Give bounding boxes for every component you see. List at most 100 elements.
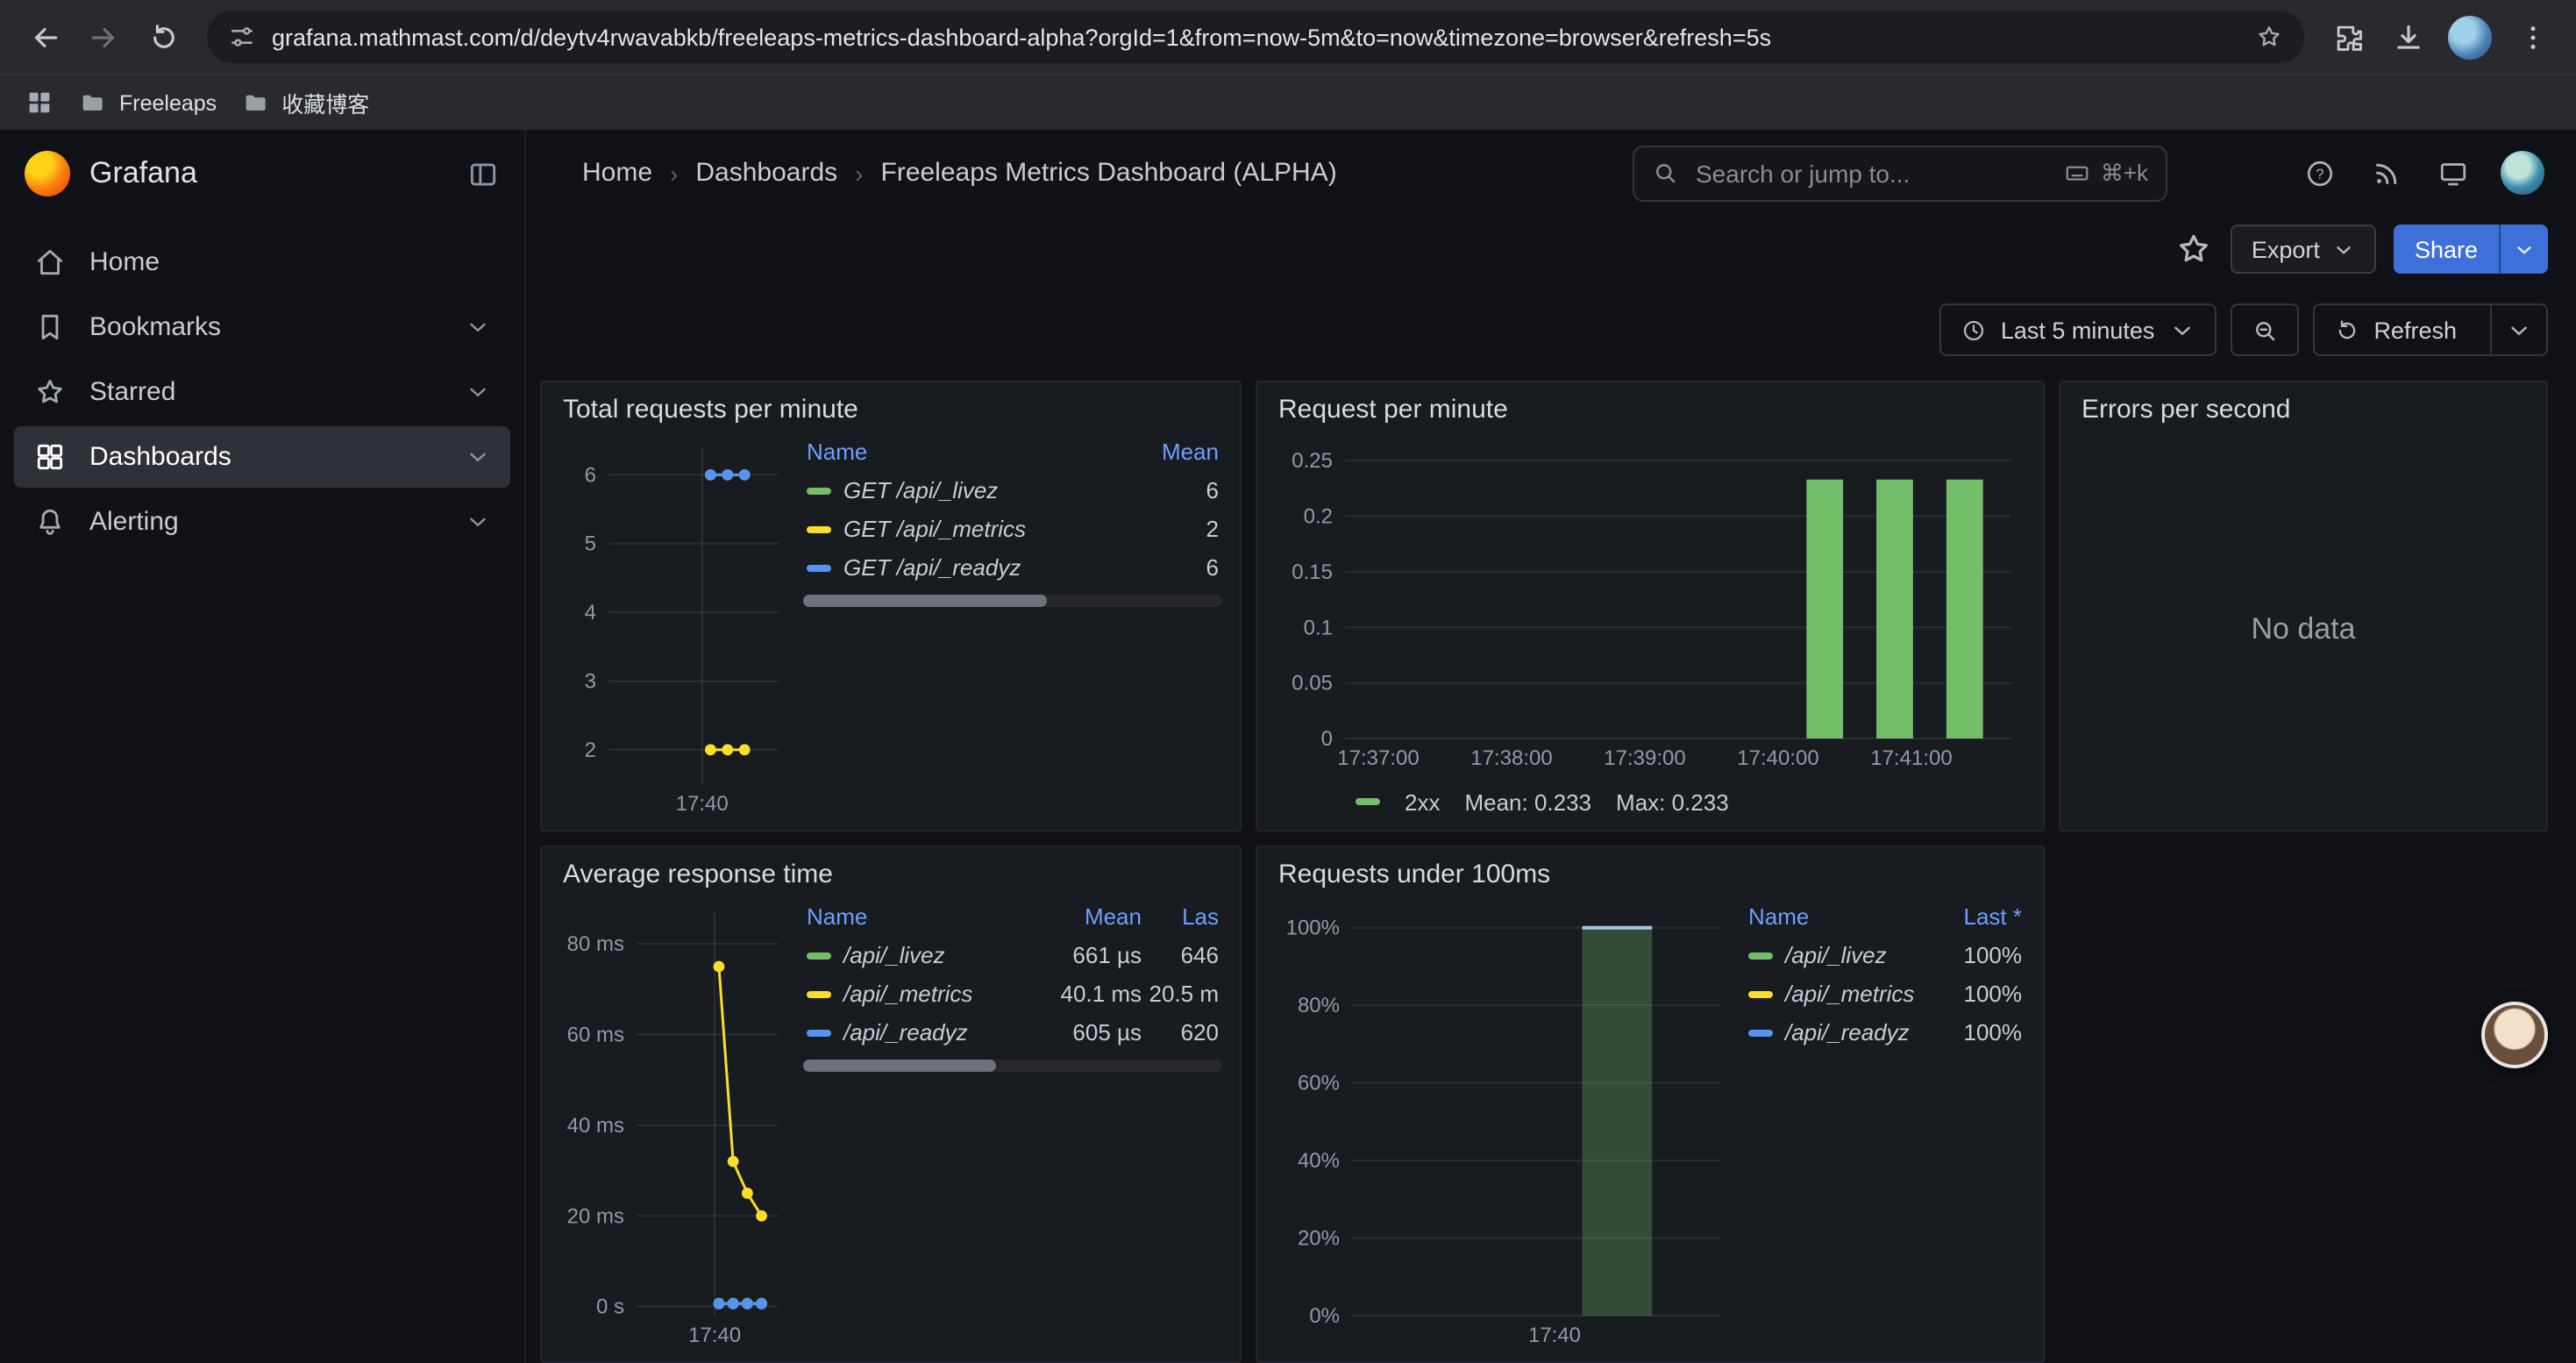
dashboard-panels: Total requests per minute 6543217:40 Nam… [526, 370, 2576, 1363]
legend-header-last[interactable]: Las [1145, 898, 1222, 935]
svg-text:80%: 80% [1298, 994, 1340, 1017]
sidebar-item-dashboards[interactable]: Dashboards [14, 426, 510, 488]
legend-row[interactable]: /api/_readyz 605 µs 620 [803, 1012, 1222, 1051]
scrollbar-thumb[interactable] [803, 595, 1046, 607]
refresh-action[interactable]: Refresh [2314, 305, 2476, 354]
share-button[interactable]: Share [2394, 225, 2548, 274]
home-icon [33, 246, 67, 279]
svg-text:17:40: 17:40 [676, 792, 729, 816]
display-icon[interactable] [2437, 157, 2469, 189]
legend-max: Max: 0.233 [1616, 789, 1729, 815]
chevron-down-icon[interactable] [465, 509, 491, 535]
back-icon[interactable] [18, 11, 70, 63]
legend-row[interactable]: /api/_readyz 100% [1745, 1012, 2025, 1051]
header-icons: ? [2304, 157, 2469, 189]
legend-row[interactable]: /api/_livez 100% [1745, 935, 2025, 974]
reload-icon[interactable] [137, 11, 189, 63]
chevron-down-icon[interactable] [465, 314, 491, 340]
sidebar-item-bookmarks[interactable]: Bookmarks [14, 296, 510, 358]
breadcrumb-home[interactable]: Home [582, 158, 652, 188]
legend-scrollbar[interactable] [803, 1060, 1222, 1072]
bookmark-folder-blogs[interactable]: 收藏博客 [241, 86, 369, 119]
apps-grid-icon[interactable] [25, 88, 54, 118]
chevron-down-icon [2506, 317, 2532, 343]
legend-row[interactable]: /api/_metrics 40.1 ms 20.5 m [803, 974, 1222, 1012]
forward-icon[interactable] [77, 11, 130, 63]
legend-header-mean[interactable]: Mean [1131, 433, 1222, 470]
floating-avatar[interactable] [2481, 1002, 2548, 1068]
sidebar-item-label: Dashboards [89, 442, 231, 472]
share-label[interactable]: Share [2394, 225, 2499, 274]
help-icon[interactable]: ? [2304, 157, 2336, 189]
legend-row[interactable]: GET /api/_metrics 2 [803, 509, 1222, 547]
browser-profile-avatar[interactable] [2448, 15, 2492, 59]
bookmark-label: 收藏博客 [281, 86, 369, 119]
svg-text:0.25: 0.25 [1292, 449, 1333, 473]
bookmark-folder-freeleaps[interactable]: Freeleaps [79, 89, 217, 117]
user-avatar[interactable] [2501, 151, 2544, 195]
panel-title[interactable]: Request per minute [1257, 382, 2043, 430]
legend-row[interactable]: /api/_metrics 100% [1745, 974, 2025, 1012]
panel-title[interactable]: Errors per second [2060, 382, 2546, 430]
bookmarks-bar: Freeleaps 收藏博客 [0, 74, 2576, 130]
bar-chart[interactable]: 100%80%60%40%20%0%17:40 [1275, 895, 1734, 1351]
breadcrumb-dashboards[interactable]: Dashboards [695, 158, 837, 188]
bookmark-star-icon[interactable] [2255, 23, 2283, 51]
news-rss-icon[interactable] [2371, 157, 2402, 189]
legend-row[interactable]: GET /api/_livez 6 [803, 470, 1222, 509]
site-settings-icon[interactable] [228, 23, 256, 51]
url-text[interactable]: grafana.mathmast.com/d/deytv4rwavabkb/fr… [272, 24, 2239, 50]
search-box[interactable]: ⌘+k [1633, 145, 2167, 201]
search-input[interactable] [1692, 157, 2050, 189]
legend-header-name[interactable]: Name [803, 898, 1036, 935]
export-button[interactable]: Export [2231, 225, 2376, 274]
downloads-icon[interactable] [2381, 11, 2434, 63]
legend-row[interactable]: GET /api/_readyz 6 [803, 547, 1222, 586]
legend-header-mean[interactable]: Mean [1036, 898, 1145, 935]
sidebar: Grafana Home Bookmarks [0, 130, 526, 1363]
legend-header-name[interactable]: Name [803, 433, 1131, 470]
extensions-icon[interactable] [2322, 11, 2374, 63]
refresh-interval-toggle[interactable] [2490, 305, 2546, 354]
sidebar-header: Grafana [0, 130, 524, 218]
legend-series-2xx[interactable]: 2xx [1356, 789, 1440, 815]
sidebar-item-starred[interactable]: Starred [14, 361, 510, 423]
legend-header-name[interactable]: Name [1745, 898, 1934, 935]
chevron-down-icon [2513, 238, 2536, 260]
refresh-button[interactable]: Refresh [2312, 303, 2548, 356]
timeseries-chart[interactable]: 80 ms60 ms40 ms20 ms0 s17:40 [559, 895, 793, 1351]
sidebar-item-alerting[interactable]: Alerting [14, 491, 510, 553]
favorite-star-icon[interactable] [2174, 230, 2213, 268]
legend-row[interactable]: /api/_livez 661 µs 646 [803, 935, 1222, 974]
sidebar-item-home[interactable]: Home [14, 232, 510, 293]
star-icon [33, 375, 67, 409]
clock-icon [1960, 317, 1987, 343]
scrollbar-thumb[interactable] [803, 1060, 996, 1072]
dashboards-icon [33, 440, 67, 474]
chevron-down-icon[interactable] [465, 379, 491, 405]
zoom-out-icon [2251, 317, 2277, 343]
legend-header-last[interactable]: Last * [1934, 898, 2025, 935]
share-menu-toggle[interactable] [2499, 225, 2548, 274]
panel-request-per-minute: Request per minute 00.050.10.150.20.2517… [1256, 381, 2045, 831]
export-label: Export [2252, 236, 2320, 262]
svg-text:17:39:00: 17:39:00 [1604, 746, 1685, 770]
browser-menu-icon[interactable] [2506, 11, 2558, 63]
svg-text:17:41:00: 17:41:00 [1870, 746, 1952, 770]
sidebar-collapse-icon[interactable] [466, 157, 500, 190]
refresh-label: Refresh [2373, 317, 2457, 343]
panel-title[interactable]: Average response time [542, 847, 1240, 895]
legend-mean: Mean: 0.233 [1464, 789, 1591, 815]
url-bar[interactable]: grafana.mathmast.com/d/deytv4rwavabkb/fr… [207, 11, 2304, 63]
panel-title[interactable]: Requests under 100ms [1257, 847, 2043, 895]
legend-scrollbar[interactable] [803, 595, 1222, 607]
chevron-down-icon [2332, 238, 2355, 260]
chevron-down-icon[interactable] [465, 444, 491, 470]
zoom-out-time-button[interactable] [2230, 303, 2298, 356]
timeseries-chart[interactable]: 6543217:40 [559, 430, 793, 819]
breadcrumb-separator-icon: › [855, 159, 863, 187]
time-range-picker[interactable]: Last 5 minutes [1939, 303, 2217, 356]
grafana-logo[interactable] [25, 151, 70, 196]
bar-chart[interactable]: 00.050.10.150.20.2517:37:0017:38:0017:39… [1275, 430, 2025, 774]
panel-title[interactable]: Total requests per minute [542, 382, 1240, 430]
